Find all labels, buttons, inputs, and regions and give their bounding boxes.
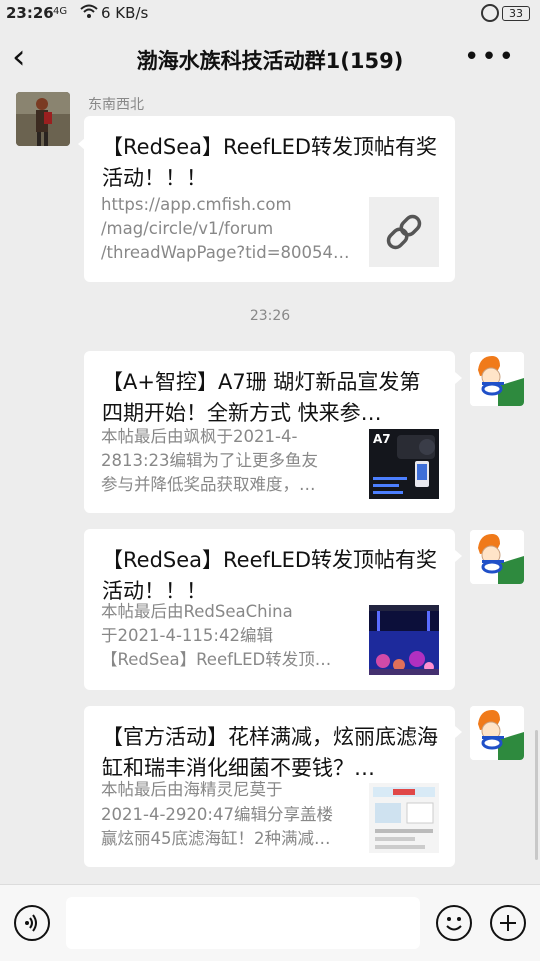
plus-icon[interactable]: [490, 905, 526, 941]
card-desc-line: 2021-4-2920:47编辑分享盖楼: [101, 805, 333, 824]
message-input[interactable]: [66, 897, 420, 949]
my-avatar[interactable]: [470, 706, 524, 760]
link-card[interactable]: 【RedSea】ReefLED转发顶帖有奖活动！！！ https://app.c…: [84, 116, 455, 282]
link-icon: [369, 197, 439, 267]
more-icon[interactable]: •••: [464, 42, 516, 72]
card-thumbnail: A7: [369, 429, 439, 499]
card-title: 【RedSea】ReefLED转发顶帖有奖活动！！！: [102, 135, 438, 190]
card-desc-line: 2813:23编辑为了让更多鱼友: [101, 451, 319, 470]
link-card[interactable]: 【A+智控】A7珊 瑚灯新品宣发第四期开始！全新方式 快来参… 本帖最后由飒枫于…: [84, 351, 455, 513]
card-thumbnail: [369, 783, 439, 853]
status-bar: 23:26 4G 6 KB/s 33: [0, 0, 540, 28]
emoji-icon[interactable]: [436, 905, 472, 941]
sender-name: 东南西北: [88, 97, 144, 113]
chat-header: ‹ 渤海水族科技活动群1(159) •••: [0, 28, 540, 90]
battery-indicator: 33: [502, 6, 530, 21]
link-card[interactable]: 【RedSea】ReefLED转发顶帖有奖活动！！！ 本帖最后由RedSeaCh…: [84, 529, 455, 690]
card-desc-line: /threadWapPage?tid=80054…: [101, 243, 350, 262]
bubble-tail: [455, 550, 462, 562]
bubble-tail: [455, 726, 462, 738]
wifi-icon: [80, 4, 98, 18]
card-desc-line: /mag/circle/v1/forum: [101, 219, 274, 238]
card-desc-line: 本帖最后由RedSeaChina: [101, 602, 293, 621]
my-avatar[interactable]: [470, 530, 524, 584]
my-avatar[interactable]: [470, 352, 524, 406]
card-desc-line: 于2021-4-115:42编辑: [101, 626, 273, 645]
card-desc-line: 【RedSea】ReefLED转发顶…: [101, 650, 332, 669]
card-desc-line: 本帖最后由海精灵尼莫于: [101, 780, 283, 799]
card-desc-line: 参与并降低奖品获取难度，…: [101, 475, 316, 494]
link-card[interactable]: 【官方活动】花样满减，炫丽底滤海缸和瑞丰消化细菌不要钱？… 本帖最后由海精灵尼莫…: [84, 706, 455, 867]
chat-timestamp: 23:26: [249, 308, 291, 324]
thumbnail-label: A7: [373, 432, 391, 446]
card-desc-line: 赢炫丽45底滤海缸！2种满减…: [101, 829, 331, 848]
bubble-tail: [455, 372, 462, 384]
card-desc-line: https://app.cmfish.com: [101, 195, 292, 214]
chat-title: 渤海水族科技活动群1(159): [136, 49, 404, 73]
signal-icon: 4G: [53, 6, 68, 17]
card-thumbnail: [369, 605, 439, 675]
scrollbar[interactable]: [535, 730, 538, 860]
status-time: 23:26: [6, 4, 54, 22]
sender-avatar[interactable]: [16, 92, 70, 146]
network-speed: 6 KB/s: [101, 4, 149, 22]
card-title: 【官方活动】花样满减，炫丽底滤海缸和瑞丰消化细菌不要钱？…: [102, 725, 438, 780]
card-title: 【A+智控】A7珊 瑚灯新品宣发第四期开始！全新方式 快来参…: [102, 370, 421, 425]
card-title: 【RedSea】ReefLED转发顶帖有奖活动！！！: [102, 548, 438, 603]
alarm-icon: [481, 4, 499, 22]
card-desc-line: 本帖最后由飒枫于2021-4-: [101, 427, 298, 446]
input-bar: [0, 884, 540, 961]
voice-icon[interactable]: [14, 905, 50, 941]
